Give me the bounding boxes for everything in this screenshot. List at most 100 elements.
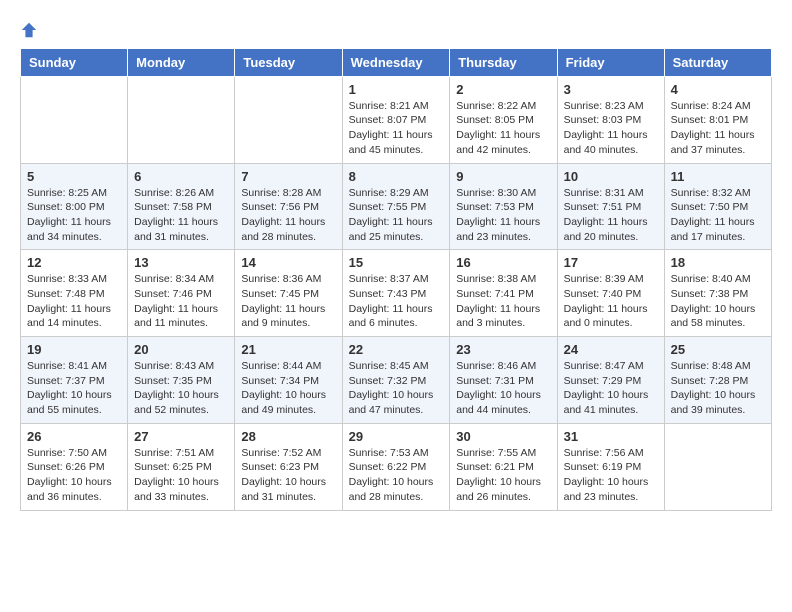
- day-info: Sunrise: 8:24 AM Sunset: 8:01 PM Dayligh…: [671, 99, 765, 158]
- day-header-thursday: Thursday: [450, 48, 557, 76]
- day-info: Sunrise: 8:48 AM Sunset: 7:28 PM Dayligh…: [671, 359, 765, 418]
- day-number: 18: [671, 255, 765, 270]
- day-number: 10: [564, 169, 658, 184]
- table-row: 28 Sunrise: 7:52 AM Sunset: 6:23 PM Dayli…: [235, 423, 342, 510]
- day-info: Sunrise: 8:40 AM Sunset: 7:38 PM Dayligh…: [671, 272, 765, 331]
- day-number: 29: [349, 429, 444, 444]
- table-row: 10Sunrise: 8:31 AM Sunset: 7:51 PM Dayli…: [557, 163, 664, 250]
- table-row: 18 Sunrise: 8:40 AM Sunset: 7:38 PM Dayli…: [664, 250, 771, 337]
- day-number: 24: [564, 342, 658, 357]
- table-row: 31 Sunrise: 7:56 AM Sunset: 6:19 PM Dayli…: [557, 423, 664, 510]
- table-row: 2 Sunrise: 8:22 AM Sunset: 8:05 PM Daylig…: [450, 76, 557, 163]
- table-row: 24 Sunrise: 8:47 AM Sunset: 7:29 PM Dayli…: [557, 337, 664, 424]
- table-row: 21Sunrise: 8:44 AM Sunset: 7:34 PM Dayli…: [235, 337, 342, 424]
- table-row: 20 Sunrise: 8:43 AM Sunset: 7:35 PM Dayli…: [128, 337, 235, 424]
- table-row: [235, 76, 342, 163]
- table-row: 29 Sunrise: 7:53 AM Sunset: 6:22 PM Dayli…: [342, 423, 450, 510]
- day-number: 2: [456, 82, 550, 97]
- table-row: [128, 76, 235, 163]
- day-number: 30: [456, 429, 550, 444]
- table-row: 5Sunrise: 8:25 AM Sunset: 8:00 PM Daylig…: [21, 163, 128, 250]
- table-row: 14Sunrise: 8:36 AM Sunset: 7:45 PM Dayli…: [235, 250, 342, 337]
- table-row: 15 Sunrise: 8:37 AM Sunset: 7:43 PM Dayli…: [342, 250, 450, 337]
- day-info: Sunrise: 8:43 AM Sunset: 7:35 PM Dayligh…: [134, 359, 228, 418]
- day-number: 3: [564, 82, 658, 97]
- day-info: Sunrise: 8:22 AM Sunset: 8:05 PM Dayligh…: [456, 99, 550, 158]
- day-header-monday: Monday: [128, 48, 235, 76]
- day-number: 25: [671, 342, 765, 357]
- day-header-friday: Friday: [557, 48, 664, 76]
- table-row: 4 Sunrise: 8:24 AM Sunset: 8:01 PM Daylig…: [664, 76, 771, 163]
- day-info: Sunrise: 8:47 AM Sunset: 7:29 PM Dayligh…: [564, 359, 658, 418]
- day-info: Sunrise: 7:56 AM Sunset: 6:19 PM Dayligh…: [564, 446, 658, 505]
- table-row: 8 Sunrise: 8:29 AM Sunset: 7:55 PM Daylig…: [342, 163, 450, 250]
- day-number: 17: [564, 255, 658, 270]
- table-row: [664, 423, 771, 510]
- day-number: 8: [349, 169, 444, 184]
- day-number: 23: [456, 342, 550, 357]
- day-number: 27: [134, 429, 228, 444]
- table-row: 6 Sunrise: 8:26 AM Sunset: 7:58 PM Daylig…: [128, 163, 235, 250]
- day-info: Sunrise: 8:37 AM Sunset: 7:43 PM Dayligh…: [349, 272, 444, 331]
- logo-icon: [20, 21, 38, 39]
- table-row: 12 Sunrise: 8:33 AM Sunset: 7:48 PM Dayli…: [21, 250, 128, 337]
- day-number: 19: [27, 342, 121, 357]
- day-number: 4: [671, 82, 765, 97]
- table-row: 3 Sunrise: 8:23 AM Sunset: 8:03 PM Daylig…: [557, 76, 664, 163]
- day-number: 11: [671, 169, 765, 184]
- table-row: 30 Sunrise: 7:55 AM Sunset: 6:21 PM Dayli…: [450, 423, 557, 510]
- day-number: 26: [27, 429, 121, 444]
- day-number: 7: [241, 169, 335, 184]
- day-info: Sunrise: 8:38 AM Sunset: 7:41 PM Dayligh…: [456, 272, 550, 331]
- table-row: 1 Sunrise: 8:21 AM Sunset: 8:07 PM Daylig…: [342, 76, 450, 163]
- day-number: 14: [241, 255, 335, 270]
- table-row: 9 Sunrise: 8:30 AM Sunset: 7:53 PM Daylig…: [450, 163, 557, 250]
- table-row: 17 Sunrise: 8:39 AM Sunset: 7:40 PM Dayli…: [557, 250, 664, 337]
- logo: [20, 20, 40, 40]
- day-number: 5: [27, 169, 121, 184]
- table-row: 19 Sunrise: 8:41 AM Sunset: 7:37 PM Dayli…: [21, 337, 128, 424]
- day-number: 13: [134, 255, 228, 270]
- day-header-wednesday: Wednesday: [342, 48, 450, 76]
- day-info: Sunrise: 8:46 AM Sunset: 7:31 PM Dayligh…: [456, 359, 550, 418]
- day-info: Sunrise: 8:30 AM Sunset: 7:53 PM Dayligh…: [456, 186, 550, 245]
- day-info: Sunrise: 8:21 AM Sunset: 8:07 PM Dayligh…: [349, 99, 444, 158]
- day-number: 9: [456, 169, 550, 184]
- table-row: 27 Sunrise: 7:51 AM Sunset: 6:25 PM Dayli…: [128, 423, 235, 510]
- day-number: 6: [134, 169, 228, 184]
- day-info: Sunrise: 8:39 AM Sunset: 7:40 PM Dayligh…: [564, 272, 658, 331]
- day-number: 1: [349, 82, 444, 97]
- day-info: Sunrise: 7:50 AM Sunset: 6:26 PM Dayligh…: [27, 446, 121, 505]
- day-number: 15: [349, 255, 444, 270]
- day-info: Sunrise: 8:29 AM Sunset: 7:55 PM Dayligh…: [349, 186, 444, 245]
- day-number: 20: [134, 342, 228, 357]
- day-number: 16: [456, 255, 550, 270]
- day-info: Sunrise: 8:26 AM Sunset: 7:58 PM Dayligh…: [134, 186, 228, 245]
- day-header-sunday: Sunday: [21, 48, 128, 76]
- day-info: Sunrise: 7:55 AM Sunset: 6:21 PM Dayligh…: [456, 446, 550, 505]
- day-info: Sunrise: 7:51 AM Sunset: 6:25 PM Dayligh…: [134, 446, 228, 505]
- day-header-tuesday: Tuesday: [235, 48, 342, 76]
- table-row: 25 Sunrise: 8:48 AM Sunset: 7:28 PM Dayli…: [664, 337, 771, 424]
- page-header: [20, 20, 772, 40]
- day-info: Sunrise: 8:32 AM Sunset: 7:50 PM Dayligh…: [671, 186, 765, 245]
- table-row: 11 Sunrise: 8:32 AM Sunset: 7:50 PM Dayli…: [664, 163, 771, 250]
- day-header-saturday: Saturday: [664, 48, 771, 76]
- day-number: 28: [241, 429, 335, 444]
- day-info: Sunrise: 8:33 AM Sunset: 7:48 PM Dayligh…: [27, 272, 121, 331]
- day-info: Sunrise: 8:41 AM Sunset: 7:37 PM Dayligh…: [27, 359, 121, 418]
- table-row: 23 Sunrise: 8:46 AM Sunset: 7:31 PM Dayli…: [450, 337, 557, 424]
- table-row: 13 Sunrise: 8:34 AM Sunset: 7:46 PM Dayli…: [128, 250, 235, 337]
- day-number: 12: [27, 255, 121, 270]
- day-info: Sunrise: 8:34 AM Sunset: 7:46 PM Dayligh…: [134, 272, 228, 331]
- day-info: Sunrise: 8:45 AM Sunset: 7:32 PM Dayligh…: [349, 359, 444, 418]
- day-number: 21: [241, 342, 335, 357]
- table-row: 16 Sunrise: 8:38 AM Sunset: 7:41 PM Dayli…: [450, 250, 557, 337]
- table-row: 26 Sunrise: 7:50 AM Sunset: 6:26 PM Dayli…: [21, 423, 128, 510]
- day-number: 31: [564, 429, 658, 444]
- day-info: Sunrise: 7:53 AM Sunset: 6:22 PM Dayligh…: [349, 446, 444, 505]
- day-info: Sunrise: 7:52 AM Sunset: 6:23 PM Dayligh…: [241, 446, 335, 505]
- day-info: Sunrise: 8:23 AM Sunset: 8:03 PM Dayligh…: [564, 99, 658, 158]
- calendar-table: SundayMondayTuesdayWednesdayThursdayFrid…: [20, 48, 772, 511]
- table-row: 7Sunrise: 8:28 AM Sunset: 7:56 PM Daylig…: [235, 163, 342, 250]
